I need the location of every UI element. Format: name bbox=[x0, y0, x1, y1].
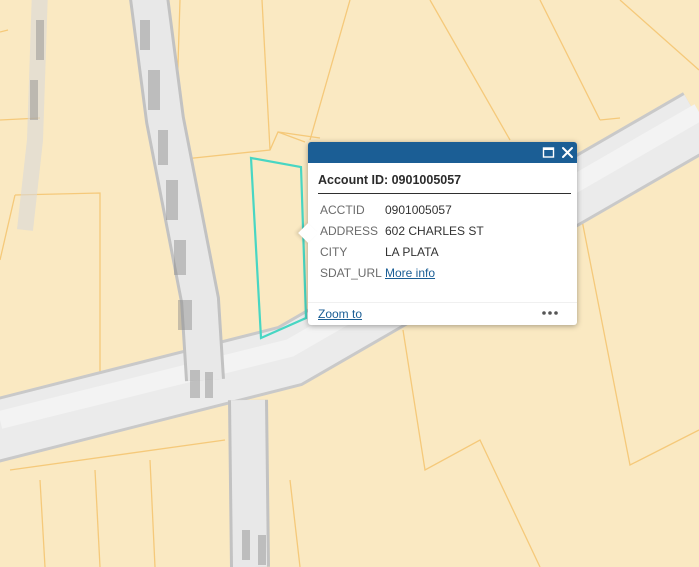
feature-popup: Account ID: 0901005057 ACCTID 0901005057… bbox=[298, 142, 577, 325]
attribute-value: 0901005057 bbox=[385, 203, 452, 217]
more-options-icon bbox=[542, 311, 558, 315]
attribute-key: ADDRESS bbox=[320, 224, 379, 238]
more-options-button[interactable] bbox=[540, 308, 560, 318]
title-divider bbox=[318, 193, 571, 194]
maximize-button[interactable] bbox=[541, 145, 556, 160]
attribute-key: ACCTID bbox=[320, 203, 365, 217]
attribute-key: SDAT_URL bbox=[320, 266, 382, 280]
footer-divider bbox=[308, 302, 577, 303]
attribute-value: LA PLATA bbox=[385, 245, 439, 259]
maximize-icon bbox=[542, 147, 555, 158]
popup-title: Account ID: 0901005057 bbox=[318, 173, 462, 187]
close-button[interactable] bbox=[560, 145, 575, 160]
attribute-value: 602 CHARLES ST bbox=[385, 224, 484, 238]
attribute-key: CITY bbox=[320, 245, 348, 259]
zoom-to-link[interactable]: Zoom to bbox=[318, 307, 362, 321]
more-info-link[interactable]: More info bbox=[385, 266, 435, 280]
close-icon bbox=[562, 147, 573, 158]
popup-header bbox=[308, 142, 577, 163]
